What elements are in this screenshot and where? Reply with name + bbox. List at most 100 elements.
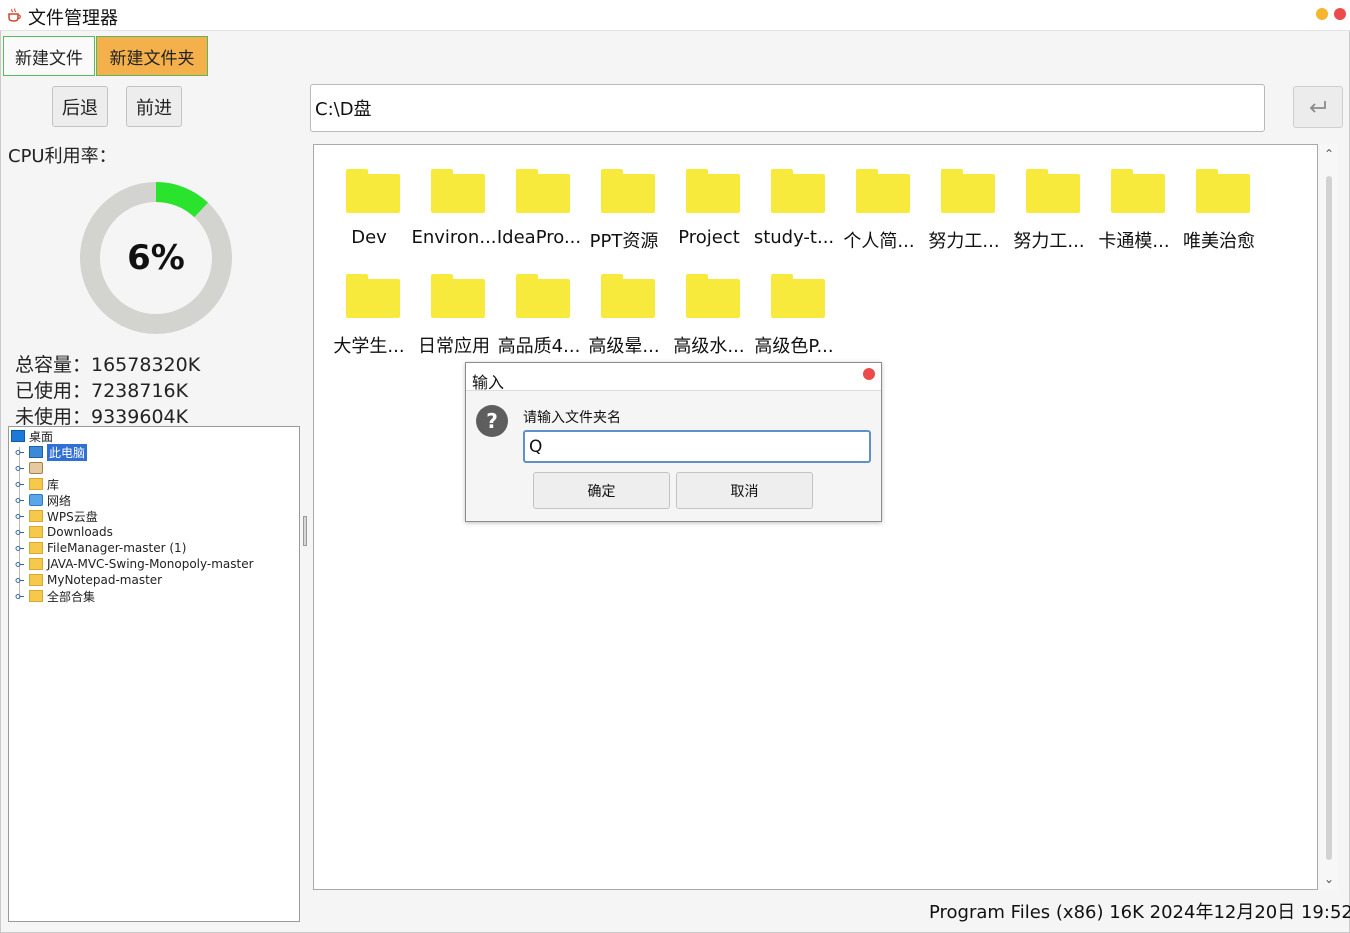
scroll-down-icon[interactable]: ⌄	[1322, 872, 1336, 886]
folder-item[interactable]: Project	[666, 145, 750, 248]
folder-name: 高级水...	[673, 336, 745, 357]
folder-item[interactable]: 唯美治愈	[1176, 145, 1260, 252]
status-bar-text: Program Files (x86) 16K 2024年12月20日 19:5…	[929, 902, 1350, 923]
tree-item[interactable]: 此电脑	[15, 443, 88, 461]
folder-name: 高级晕...	[588, 336, 660, 357]
tree-expand-icon[interactable]	[15, 496, 24, 505]
folder-name: study-t...	[753, 227, 835, 248]
folder-icon	[29, 574, 43, 586]
go-button[interactable]	[1293, 86, 1343, 128]
folder-item[interactable]: Dev	[326, 145, 410, 248]
new-file-button[interactable]: 新建文件	[3, 36, 95, 76]
tree-expand-icon[interactable]	[15, 480, 24, 489]
tree-expand-icon[interactable]	[15, 560, 24, 569]
tree-item[interactable]: Downloads	[15, 524, 113, 540]
tree-expand-icon[interactable]	[15, 592, 24, 601]
folder-item[interactable]: study-t...	[751, 145, 835, 248]
tree-item[interactable]: 网络	[15, 492, 72, 508]
tree-item[interactable]: 全部合集	[15, 588, 95, 604]
tree-item-label: 桌面	[29, 429, 54, 444]
tree-item[interactable]: FileManager-master (1)	[15, 540, 187, 556]
tree-expand-icon[interactable]	[15, 448, 24, 457]
network-icon	[29, 494, 43, 506]
folder-item[interactable]: Environ...	[411, 145, 497, 248]
ok-button[interactable]: 确定	[533, 472, 670, 509]
dialog-close-button[interactable]	[863, 368, 875, 380]
folder-item[interactable]: 高级色P...	[751, 250, 835, 357]
folder-name: Environ...	[411, 227, 497, 248]
java-cup-icon	[8, 8, 21, 22]
back-button[interactable]: 后退	[52, 86, 108, 127]
tree-item[interactable]: 库	[15, 476, 59, 492]
tree-item[interactable]: MyNotepad-master	[15, 572, 163, 588]
forward-button[interactable]: 前进	[126, 86, 182, 127]
window-title: 文件管理器	[28, 8, 118, 29]
folder-item[interactable]: 努力工...	[921, 145, 1005, 252]
library-icon	[29, 478, 43, 490]
tree-expand-icon[interactable]	[15, 528, 24, 537]
tree-item[interactable]: JAVA-MVC-Swing-Monopoly-master	[15, 556, 254, 572]
gauge-fill	[155, 182, 209, 218]
folder-icon	[1111, 169, 1165, 213]
tree-item-label: MyNotepad-master	[47, 573, 163, 587]
question-icon: ?	[476, 405, 508, 437]
folder-icon	[1196, 169, 1250, 213]
folder-icon	[346, 274, 400, 318]
folder-icon	[29, 558, 43, 570]
folder-name: Dev	[351, 227, 387, 248]
folder-icon	[771, 274, 825, 318]
folder-name: 个人简...	[843, 231, 915, 252]
dialog-title-bar[interactable]	[466, 363, 881, 391]
folder-name: IdeaPro...	[496, 227, 582, 248]
computer-icon	[29, 446, 43, 458]
pane-splitter[interactable]	[303, 516, 307, 546]
folder-item[interactable]: IdeaPro...	[496, 145, 582, 248]
folder-icon	[29, 510, 43, 522]
scroll-up-icon[interactable]: ⌃	[1322, 147, 1336, 161]
total-capacity: 总容量：16578320K	[15, 354, 201, 376]
folder-item[interactable]: 日常应用	[411, 250, 495, 357]
folder-icon	[516, 274, 570, 318]
folder-item[interactable]: 高级晕...	[581, 250, 665, 357]
cpu-percent-text: 6%	[127, 238, 185, 278]
scroll-thumb[interactable]	[1326, 176, 1332, 860]
folder-icon	[29, 526, 43, 538]
tree-expand-icon[interactable]	[15, 464, 24, 473]
folder-icon	[686, 274, 740, 318]
folder-item[interactable]: 努力工...	[1006, 145, 1090, 252]
folder-icon	[941, 169, 995, 213]
cpu-usage-label: CPU利用率：	[8, 146, 117, 167]
close-button[interactable]	[1334, 8, 1346, 20]
directory-tree[interactable]: 桌面 此电脑库网络 WPS云盘 Downloads FileManager-master…	[8, 426, 300, 922]
tree-expand-icon[interactable]	[15, 544, 24, 553]
folder-icon	[601, 274, 655, 318]
used-capacity: 已使用：7238716K	[15, 380, 189, 402]
folder-item[interactable]: 大学生...	[326, 250, 410, 357]
folder-icon	[1026, 169, 1080, 213]
new-folder-button[interactable]: 新建文件夹	[96, 36, 208, 76]
cancel-button[interactable]: 取消	[676, 472, 813, 509]
folder-item[interactable]: 个人简...	[836, 145, 920, 252]
folder-icon	[346, 169, 400, 213]
minimize-button[interactable]	[1316, 8, 1328, 20]
path-input[interactable]	[310, 84, 1265, 132]
folder-icon	[686, 169, 740, 213]
folder-icon	[771, 169, 825, 213]
tree-item[interactable]: WPS云盘	[15, 508, 98, 524]
folder-name: Project	[678, 227, 740, 248]
tree-expand-icon[interactable]	[15, 512, 24, 521]
tree-item-label: 网络	[47, 493, 72, 508]
folder-name-input[interactable]	[523, 430, 871, 463]
folder-item[interactable]: 卡通模...	[1091, 145, 1175, 252]
tree-item-label: FileManager-master (1)	[47, 541, 187, 555]
tree-expand-icon[interactable]	[15, 576, 24, 585]
tree-item[interactable]: 桌面	[11, 428, 53, 444]
folder-item[interactable]: 高品质4...	[496, 250, 580, 357]
folder-name: 努力工...	[928, 231, 1000, 252]
folder-item[interactable]: PPT资源	[581, 145, 665, 252]
tree-item[interactable]	[15, 460, 47, 476]
tree-item-label: 此电脑	[47, 443, 88, 461]
folder-item[interactable]: 高级水...	[666, 250, 750, 357]
folder-name: 大学生...	[333, 336, 405, 357]
title-bar[interactable]	[0, 0, 1350, 31]
